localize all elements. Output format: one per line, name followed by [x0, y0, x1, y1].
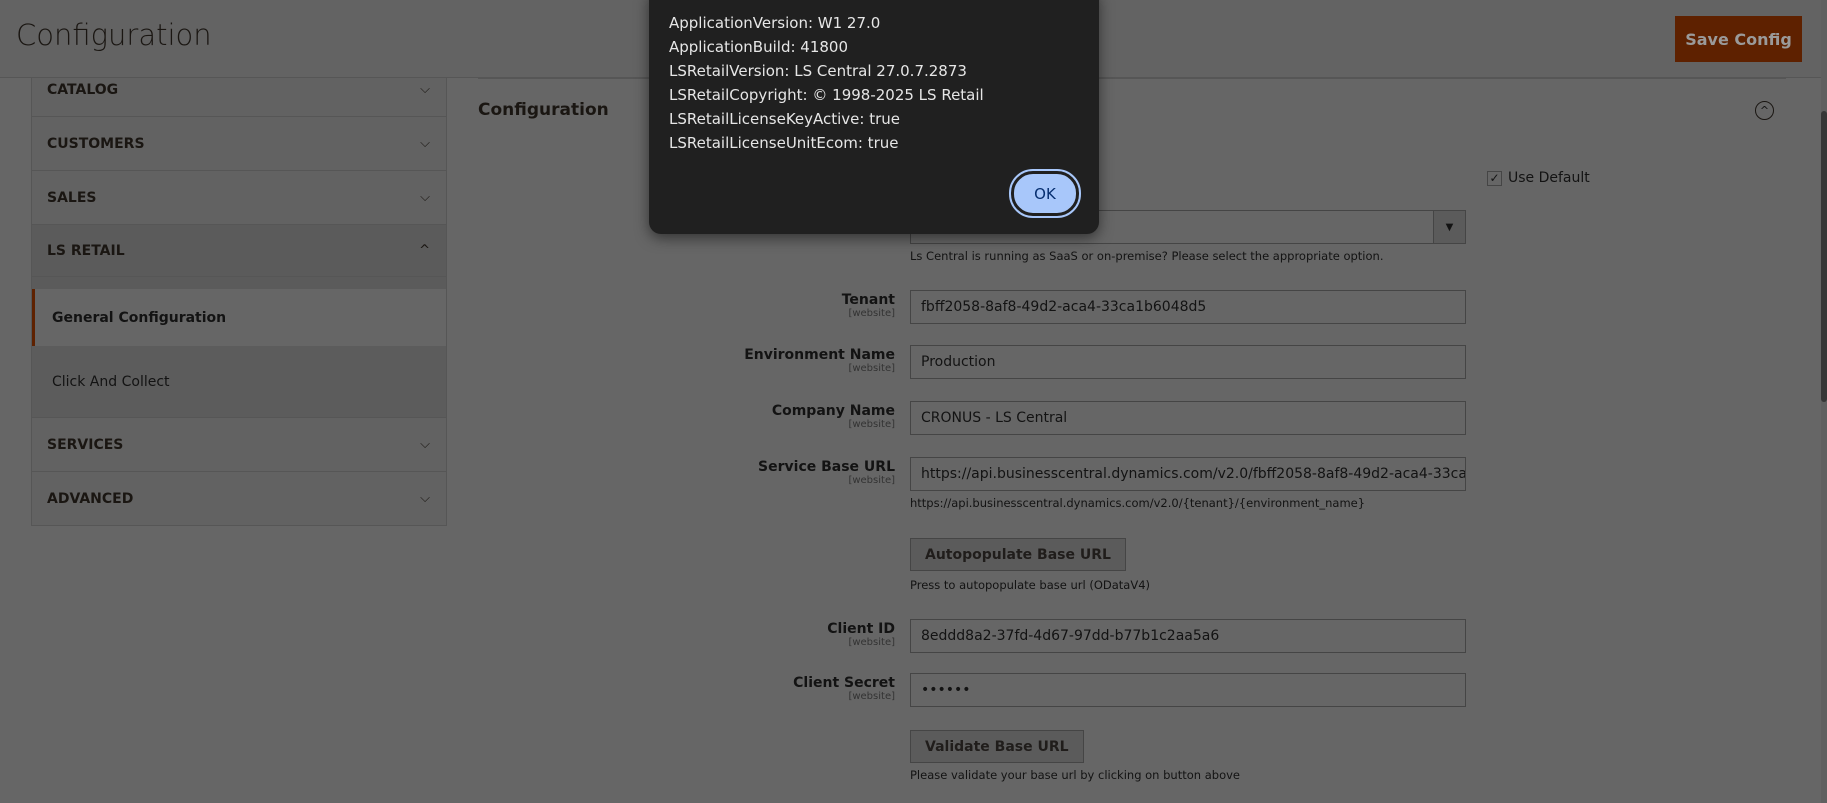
sidebar-item-label: SERVICES — [47, 436, 124, 453]
validate-base-url-button[interactable]: Validate Base URL — [910, 730, 1084, 763]
sidebar-item-ls-retail[interactable]: LS RETAIL ^ — [31, 225, 447, 277]
sidebar-item-label: CUSTOMERS — [47, 135, 145, 152]
client-id-input[interactable]: 8eddd8a2-37fd-4d67-97dd-b77b1c2aa5a6 — [910, 619, 1466, 653]
sidebar-item-label: LS RETAIL — [47, 242, 125, 259]
sidebar-item-label: SALES — [47, 189, 97, 206]
autopopulate-hint: Press to autopopulate base url (ODataV4) — [910, 578, 1151, 592]
page-title: Configuration — [16, 18, 212, 52]
company-label: Company Name [website] — [772, 403, 895, 430]
chevron-down-icon: ⌵ — [420, 82, 430, 97]
environment-label: Environment Name [website] — [744, 347, 895, 374]
scope-text: [website] — [848, 419, 895, 430]
sidebar-item-label: ADVANCED — [47, 490, 134, 507]
label-text: Service Base URL — [758, 459, 895, 475]
dialog-line: LSRetailVersion: LS Central 27.0.7.2873 — [669, 62, 967, 80]
chevron-down-icon: ⌵ — [420, 437, 430, 452]
alert-dialog: ApplicationVersion: W1 27.0 ApplicationB… — [649, 0, 1099, 234]
use-default-checkbox[interactable]: ✓ Use Default — [1487, 170, 1590, 186]
dialog-line: LSRetailLicenseKeyActive: true — [669, 110, 901, 128]
validate-hint: Please validate your base url by clickin… — [910, 768, 1240, 782]
client-secret-label: Client Secret [website] — [793, 675, 895, 702]
environment-name-input[interactable]: Production — [910, 345, 1466, 379]
scope-text: [website] — [848, 691, 895, 702]
sidebar-subitem-general-configuration[interactable]: General Configuration — [32, 289, 446, 346]
service-url-hint: https://api.businesscentral.dynamics.com… — [910, 496, 1366, 510]
chevron-down-icon: ⌵ — [420, 136, 430, 151]
chevron-down-icon: ⌵ — [420, 491, 430, 506]
label-text: Tenant — [841, 292, 895, 308]
scrollbar-thumb[interactable] — [1821, 111, 1827, 402]
dialog-line: ApplicationVersion: W1 27.0 — [669, 14, 881, 32]
config-sidebar: CATALOG ⌵ CUSTOMERS ⌵ SALES ⌵ LS RETAIL ^ Ge… — [31, 78, 447, 526]
dialog-line: LSRetailCopyright: © 1998-2025 LS Retail — [669, 86, 984, 104]
sidebar-subitem-click-and-collect[interactable]: Click And Collect — [32, 346, 446, 417]
service-url-label: Service Base URL [website] — [758, 459, 895, 486]
label-text: Client Secret — [793, 675, 895, 691]
use-default-label: Use Default — [1508, 170, 1590, 186]
chevron-down-icon: ⌵ — [420, 190, 430, 205]
section-title[interactable]: Configuration — [478, 100, 609, 120]
tenant-label: Tenant [website] — [842, 292, 895, 319]
dialog-line: LSRetailLicenseUnitEcom: true — [669, 134, 899, 152]
sidebar-item-label: CATALOG — [47, 82, 119, 98]
sidebar-item-catalog[interactable]: CATALOG ⌵ — [31, 78, 447, 117]
save-config-button[interactable]: Save Config — [1675, 16, 1802, 62]
label-text: Company Name — [771, 403, 895, 419]
scope-text: [website] — [848, 475, 895, 486]
dropdown-arrow-icon[interactable]: ▼ — [1433, 211, 1465, 243]
autopopulate-base-url-button[interactable]: Autopopulate Base URL — [910, 538, 1126, 571]
deployment-type-hint: Ls Central is running as SaaS or on-prem… — [910, 249, 1384, 263]
service-base-url-input[interactable]: https://api.businesscentral.dynamics.com… — [910, 457, 1466, 491]
sidebar-item-advanced[interactable]: ADVANCED ⌵ — [31, 472, 447, 526]
tenant-input[interactable]: fbff2058-8af8-49d2-aca4-33ca1b6048d5 — [910, 290, 1466, 324]
scope-text: [website] — [848, 363, 895, 374]
checkmark-icon[interactable]: ✓ — [1487, 170, 1502, 186]
chevron-up-icon: ^ — [419, 243, 430, 258]
dialog-line: ApplicationBuild: 41800 — [669, 38, 849, 56]
sidebar-item-services[interactable]: SERVICES ⌵ — [31, 418, 447, 472]
collapse-section-icon[interactable]: ^ — [1755, 101, 1774, 120]
client-secret-input[interactable]: •••••• — [910, 673, 1466, 707]
sidebar-item-customers[interactable]: CUSTOMERS ⌵ — [31, 117, 447, 171]
client-id-label: Client ID [website] — [827, 621, 895, 648]
company-name-input[interactable]: CRONUS - LS Central — [910, 401, 1466, 435]
ok-button[interactable]: OK — [1009, 169, 1081, 218]
label-text: Client ID — [827, 621, 895, 637]
scope-text: [website] — [848, 308, 895, 319]
sidebar-item-sales[interactable]: SALES ⌵ — [31, 171, 447, 225]
scope-text: [website] — [848, 637, 895, 648]
label-text: Environment Name — [744, 347, 895, 363]
ls-retail-submenu: General Configuration Click And Collect — [31, 277, 447, 418]
